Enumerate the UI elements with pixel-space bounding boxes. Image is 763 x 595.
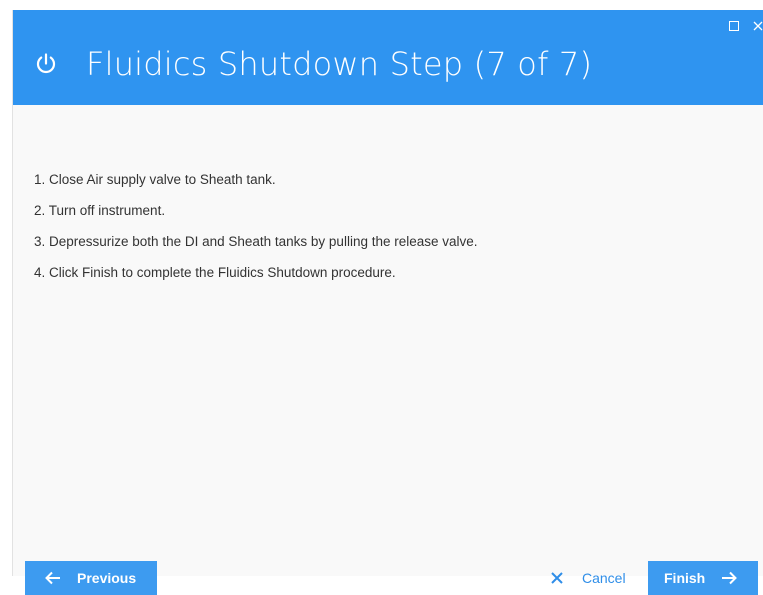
previous-label: Previous [77, 570, 137, 586]
page-title: Fluidics Shutdown Step (7 of 7) [86, 45, 593, 83]
instruction-item: 3. Depressurize both the DI and Sheath t… [34, 234, 478, 249]
finish-button[interactable]: Finish [648, 561, 758, 595]
instruction-item: 1. Close Air supply valve to Sheath tank… [34, 172, 276, 187]
previous-button[interactable]: Previous [25, 561, 157, 595]
window-controls [725, 16, 763, 36]
instruction-list: 1. Close Air supply valve to Sheath tank… [34, 172, 478, 296]
maximize-icon [729, 21, 739, 31]
instruction-item: 4. Click Finish to complete the Fluidics… [34, 265, 396, 280]
maximize-button[interactable] [725, 17, 743, 35]
arrow-left-icon [45, 571, 61, 585]
arrow-right-icon [721, 571, 738, 585]
close-icon [753, 21, 763, 31]
power-icon [36, 53, 56, 74]
wizard-window: Fluidics Shutdown Step (7 of 7) 1. Close… [12, 10, 763, 576]
instruction-item: 2. Turn off instrument. [34, 203, 166, 218]
close-window-button[interactable] [753, 17, 763, 35]
close-icon [550, 571, 564, 585]
cancel-button[interactable]: Cancel [550, 561, 638, 595]
cancel-label: Cancel [582, 570, 626, 586]
finish-label: Finish [664, 570, 706, 586]
wizard-header: Fluidics Shutdown Step (7 of 7) [13, 10, 763, 105]
